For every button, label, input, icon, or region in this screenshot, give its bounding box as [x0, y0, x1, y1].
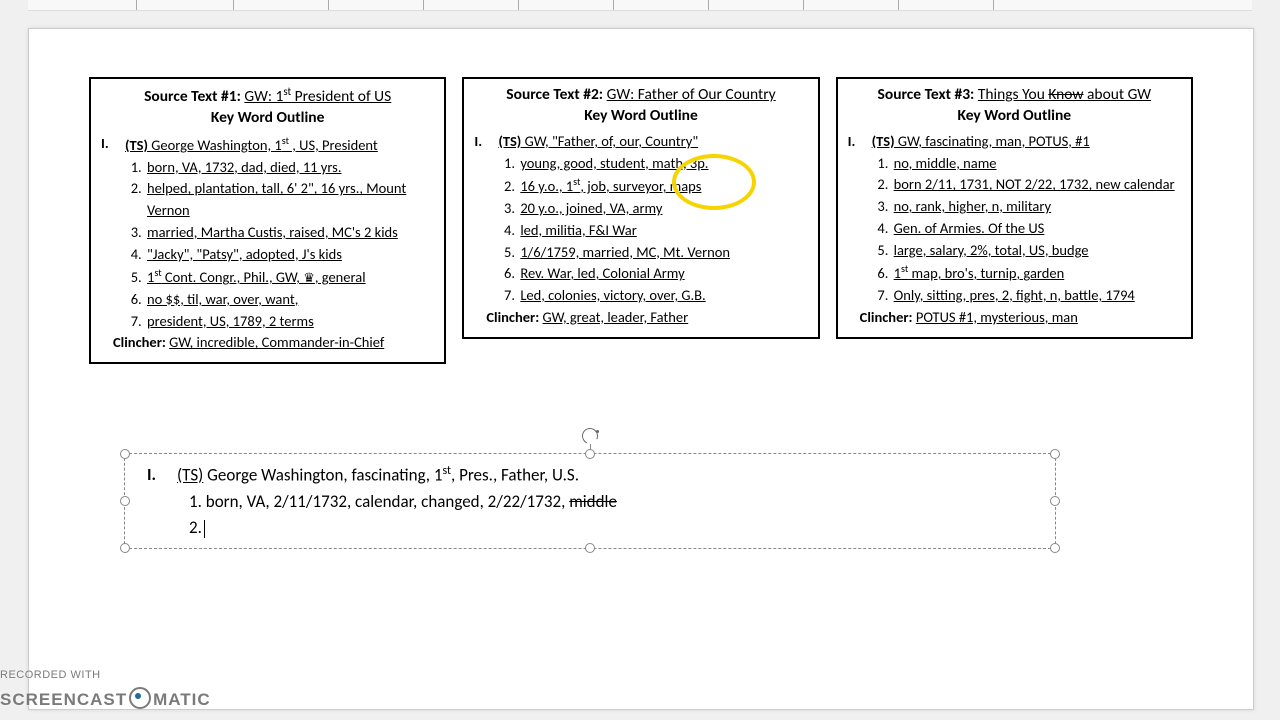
list-item: helped, plantation, tall, 6' 2", 16 yrs.…	[145, 178, 434, 222]
resize-handle[interactable]	[1050, 496, 1060, 506]
watermark-brand: SCREENCASTMATIC	[0, 683, 211, 710]
active-textbox[interactable]: I. (TS) George Washington, fascinating, …	[124, 453, 1056, 549]
list-item: married, Martha Custis, raised, MC's 2 k…	[145, 222, 434, 244]
card3-outline: I. (TS) GW, fascinating, man, POTUS, #1 …	[848, 131, 1181, 329]
resize-handle[interactable]	[1050, 543, 1060, 553]
list-item: large, salary, 2%, total, US, budge	[892, 240, 1181, 262]
list-item: Led, colonies, victory, over, G.B.	[518, 285, 807, 307]
list-item: 1/6/1759, married, MC, Mt. Vernon	[518, 242, 807, 264]
page: Source Text #1: GW: 1st President of US …	[28, 28, 1254, 710]
card3-label: Source Text #3:	[878, 85, 975, 104]
list-item: no $$, til, war, over, want,	[145, 289, 434, 311]
card1-outline: I. (TS) George Washington, 1st , US, Pre…	[101, 133, 434, 354]
card1-clincher: Clincher: GW, incredible, Commander-in-C…	[113, 332, 434, 354]
card2-clincher: Clincher: GW, great, leader, Father	[486, 307, 807, 329]
textbox-content[interactable]: I. (TS) George Washington, fascinating, …	[125, 454, 1055, 546]
watermark-top: RECORDED WITH	[0, 669, 211, 682]
list-item: young, good, student, math, 3p.	[518, 153, 807, 175]
tb-topic: I. (TS) George Washington, fascinating, …	[147, 462, 1041, 489]
list-item: 1st Cont. Congr., Phil., GW, ♛, general	[145, 265, 434, 289]
resize-handle[interactable]	[120, 543, 130, 553]
card2-topic: I. (TS) GW, "Father, of, our, Country"	[474, 131, 807, 153]
card1-label: Source Text #1:	[144, 87, 241, 106]
card2-outline: I. (TS) GW, "Father, of, our, Country" y…	[474, 131, 807, 329]
resize-handle[interactable]	[120, 449, 130, 459]
card2-title: Source Text #2: GW: Father of Our Countr…	[474, 85, 807, 106]
crown-icon: ♛	[303, 271, 315, 286]
list-item: born, VA, 1732, dad, died, 11 yrs.	[145, 157, 434, 179]
record-icon	[129, 687, 151, 709]
source-card-1: Source Text #1: GW: 1st President of US …	[89, 77, 446, 364]
card3-items: no, middle, name born 2/11, 1731, NOT 2/…	[874, 153, 1181, 307]
card1-kwo: Key Word Outline	[101, 108, 434, 127]
card1-topic: I. (TS) George Washington, 1st , US, Pre…	[101, 133, 434, 157]
resize-handle[interactable]	[1050, 449, 1060, 459]
tb-line-2: 2.	[189, 515, 1041, 541]
rotate-handle-icon[interactable]	[582, 428, 598, 444]
card2-link: GW: Father of Our Country	[607, 85, 776, 104]
card3-topic: I. (TS) GW, fascinating, man, POTUS, #1	[848, 131, 1181, 153]
cards-row: Source Text #1: GW: 1st President of US …	[89, 77, 1193, 364]
card3-kwo: Key Word Outline	[848, 106, 1181, 125]
card2-label: Source Text #2:	[506, 85, 603, 104]
card3-title: Source Text #3: Things You Know about GW	[848, 85, 1181, 106]
card1-link: GW: 1st President of US	[244, 87, 391, 106]
list-item: 20 y.o., joined, VA, army	[518, 198, 807, 220]
card3-clincher: Clincher: POTUS #1, mysterious, man	[860, 307, 1181, 329]
list-item: "Jacky", "Patsy", adopted, J's kids	[145, 244, 434, 266]
list-item: Rev. War, led, Colonial Army	[518, 263, 807, 285]
list-item: Gen. of Armies. Of the US	[892, 218, 1181, 240]
resize-handle[interactable]	[585, 449, 595, 459]
card1-items: born, VA, 1732, dad, died, 11 yrs. helpe…	[127, 157, 434, 333]
resize-handle[interactable]	[120, 496, 130, 506]
tb-line-1: 1. born, VA, 2/11/1732, calendar, change…	[189, 489, 1041, 515]
ruler	[28, 0, 1252, 11]
card2-kwo: Key Word Outline	[474, 106, 807, 125]
list-item: president, US, 1789, 2 terms	[145, 311, 434, 333]
list-item: no, middle, name	[892, 153, 1181, 175]
list-item: 1st map, bro's, turnip, garden	[892, 261, 1181, 285]
card2-items: young, good, student, math, 3p. 16 y.o.,…	[500, 153, 807, 307]
watermark: RECORDED WITH SCREENCASTMATIC	[0, 669, 211, 710]
card3-link: Things You Know about GW	[978, 85, 1151, 104]
list-item: no, rank, higher, n, military	[892, 196, 1181, 218]
text-cursor	[204, 520, 205, 538]
card1-title: Source Text #1: GW: 1st President of US	[101, 85, 434, 108]
list-item: born 2/11, 1731, NOT 2/22, 1732, new cal…	[892, 174, 1181, 196]
source-card-3: Source Text #3: Things You Know about GW…	[836, 77, 1193, 339]
list-item: Only, sitting, pres, 2, fight, n, battle…	[892, 285, 1181, 307]
resize-handle[interactable]	[585, 543, 595, 553]
list-item: 16 y.o., 1st, job, surveyor, maps	[518, 174, 807, 198]
source-card-2: Source Text #2: GW: Father of Our Countr…	[462, 77, 819, 339]
list-item: led, militia, F&I War	[518, 220, 807, 242]
